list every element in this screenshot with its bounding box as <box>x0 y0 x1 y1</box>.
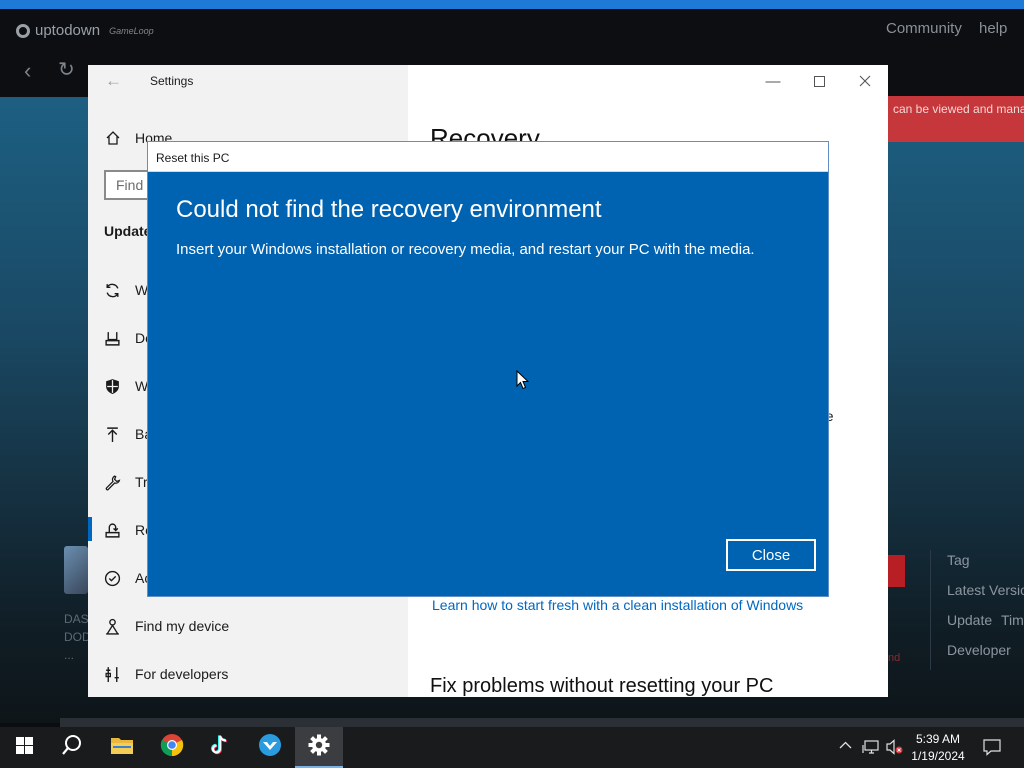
tiktok-icon <box>210 734 230 761</box>
sidebar-item-troubleshoot[interactable]: Tr <box>104 470 148 494</box>
mouse-cursor-icon <box>516 369 530 395</box>
taskbar-chrome[interactable] <box>148 727 196 768</box>
clock-date: 1/19/2024 <box>911 749 965 763</box>
sidebar-item-windows-update[interactable]: W <box>104 278 148 302</box>
divider <box>930 550 931 670</box>
sidebar-item-for-developers[interactable]: For developers <box>104 662 228 686</box>
app-name-line: ... <box>64 648 75 662</box>
info-label-tag: Tag <box>947 552 970 568</box>
notice-banner: can be viewed and mana <box>888 96 1024 142</box>
volume-muted-icon[interactable] <box>886 739 904 758</box>
section-heading: Fix problems without resetting your PC <box>430 675 774 697</box>
settings-icon <box>308 734 330 761</box>
logo-text: uptodown <box>35 22 101 39</box>
taskbar-settings[interactable] <box>295 727 343 768</box>
app-name: DAS DOD ... <box>64 610 91 664</box>
browser-reload-icon[interactable]: ↻ <box>58 57 75 82</box>
uptodown-logo[interactable]: uptodown GameLoop <box>16 22 154 39</box>
app-name-line: DAS <box>64 612 89 626</box>
sidebar-item-find-my-device[interactable]: Find my device <box>104 614 229 638</box>
browser-back-icon[interactable]: ‹ <box>24 58 31 84</box>
start-button[interactable] <box>0 727 48 768</box>
sidebar-item-windows-security[interactable]: W <box>104 374 148 398</box>
delivery-icon <box>104 330 121 347</box>
search-button[interactable] <box>48 727 96 768</box>
dialog-heading: Could not find the recovery environment <box>176 196 602 223</box>
backup-icon <box>104 426 121 443</box>
person-icon <box>104 618 121 635</box>
taskbar-tiktok[interactable] <box>196 727 244 768</box>
search-icon <box>61 734 83 761</box>
community-link[interactable]: Community <box>886 20 962 37</box>
check-circle-icon <box>104 570 121 587</box>
app-name-line: DOD <box>64 630 91 644</box>
browser-accent-line <box>0 0 1024 9</box>
red-note: nd <box>888 652 901 664</box>
sidebar-item-label: For developers <box>135 666 229 682</box>
info-label-developer: Developer <box>947 642 1011 658</box>
uptodown-logo-icon <box>16 23 30 38</box>
chevron-up-icon[interactable] <box>839 739 852 755</box>
info-label-update: Update <box>947 612 993 628</box>
sidebar-item-delivery-optimization[interactable]: De <box>104 326 153 350</box>
help-link[interactable]: help <box>979 20 1007 37</box>
file-explorer-icon <box>110 735 134 760</box>
taskbar-file-explorer[interactable] <box>98 727 146 768</box>
info-label-time: Tim <box>1001 612 1024 628</box>
close-icon[interactable] <box>842 65 888 97</box>
windows-start-icon <box>15 736 33 759</box>
developer-icon <box>104 666 121 683</box>
shield-icon <box>104 378 121 395</box>
download-button-edge[interactable] <box>888 555 905 587</box>
reset-pc-dialog: Reset this PC Could not find the recover… <box>147 141 829 597</box>
sidebar-item-label: Tr <box>135 474 148 490</box>
system-clock[interactable]: 5:39 AM 1/19/2024 <box>905 731 971 765</box>
minimize-icon[interactable]: — <box>750 65 796 97</box>
sync-icon <box>104 282 121 299</box>
dialog-titlebar[interactable]: Reset this PC <box>148 142 828 172</box>
action-center-icon[interactable] <box>983 738 1001 759</box>
home-icon <box>104 129 121 146</box>
window-controls: — <box>750 65 888 97</box>
chrome-icon <box>160 733 184 762</box>
dialog-message: Insert your Windows installation or reco… <box>176 241 755 258</box>
dialog-title: Reset this PC <box>156 151 230 165</box>
app-thumbnail[interactable] <box>64 546 88 594</box>
recovery-icon <box>104 522 121 539</box>
website-footer-strip <box>60 718 1024 727</box>
selected-indicator <box>88 517 92 541</box>
info-label-latest-version: Latest Versio <box>947 582 1024 598</box>
network-icon[interactable] <box>862 739 880 758</box>
window-title: Settings <box>150 74 194 88</box>
logo-suffix: GameLoop <box>109 25 154 36</box>
sidebar-item-activation[interactable]: Ac <box>104 566 151 590</box>
sidebar-item-label: Find my device <box>135 618 230 634</box>
clean-install-link[interactable]: Learn how to start fresh with a clean in… <box>432 597 803 613</box>
close-button[interactable]: Close <box>726 539 816 571</box>
taskbar: 5:39 AM 1/19/2024 <box>0 727 1024 768</box>
clock-time: 5:39 AM <box>915 732 961 746</box>
maximize-icon[interactable] <box>796 65 842 97</box>
sidebar-item-recovery[interactable]: Re <box>104 518 153 542</box>
sidebar-section-title: Update <box>104 223 152 239</box>
wrench-icon <box>104 474 121 491</box>
notice-text: can be viewed and mana <box>893 102 1024 116</box>
app-icon <box>258 733 282 762</box>
sidebar-item-backup[interactable]: Ba <box>104 422 152 446</box>
back-arrow-icon[interactable]: ← <box>105 71 122 91</box>
taskbar-app[interactable] <box>246 727 294 768</box>
